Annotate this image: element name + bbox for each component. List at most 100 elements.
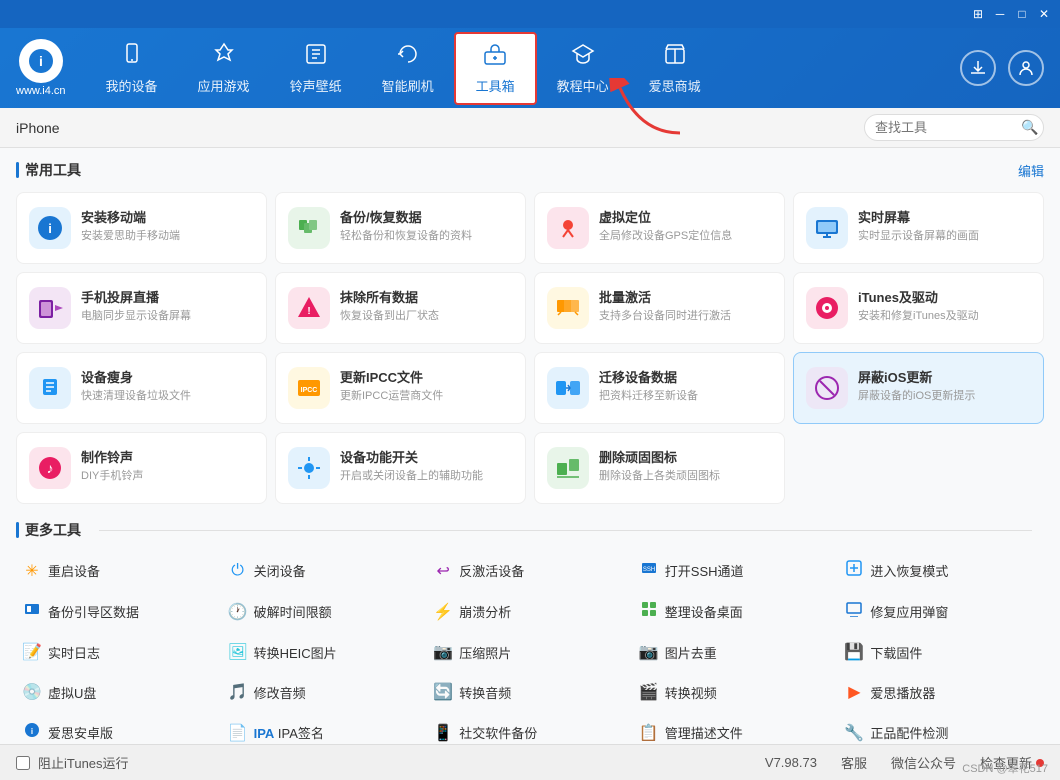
- nav-item-toolbox[interactable]: 工具箱: [454, 32, 537, 105]
- more-tool-recovery[interactable]: 进入恢复模式: [838, 552, 1044, 589]
- footer: 阻止iTunes运行 V7.98.73 客服 微信公众号 检查更新: [0, 744, 1060, 780]
- more-tool-reboot[interactable]: ✳ 重启设备: [16, 552, 222, 589]
- itunes-name: iTunes及驱动: [858, 287, 1031, 306]
- wechat-link[interactable]: 微信公众号: [891, 753, 956, 772]
- more-section-bar: [16, 522, 19, 538]
- nav-item-store[interactable]: 爱思商城: [629, 34, 721, 103]
- time-icon: 🕐: [228, 602, 248, 622]
- nav-item-ringtones[interactable]: 铃声壁纸: [270, 34, 362, 103]
- convert-audio-icon: 🔄: [433, 682, 453, 702]
- header: i www.i4.cn 我的设备 应用游戏 铃声壁纸: [0, 28, 1060, 108]
- more-tool-shutdown[interactable]: ⏻ 关闭设备: [222, 552, 428, 589]
- customer-service-link[interactable]: 客服: [841, 753, 867, 772]
- close-btn[interactable]: ✕: [1036, 6, 1052, 22]
- compress-photo-icon: 📷: [433, 642, 453, 662]
- more-tool-dedup[interactable]: 📷 图片去重: [633, 634, 839, 670]
- tool-wipe[interactable]: ! 抹除所有数据 恢复设备到出厂状态: [275, 272, 526, 344]
- recovery-icon: [844, 560, 864, 581]
- search-box[interactable]: 🔍: [864, 114, 1044, 141]
- organize-label: 整理设备桌面: [665, 602, 743, 621]
- tool-backup-restore[interactable]: 备份/恢复数据 轻松备份和恢复设备的资料: [275, 192, 526, 264]
- itunes-icon: [806, 287, 848, 329]
- tool-block-update[interactable]: 屏蔽iOS更新 屏蔽设备的iOS更新提示: [793, 352, 1044, 424]
- more-tools-header: 更多工具: [16, 520, 1044, 540]
- more-tool-android[interactable]: i 爱思安卓版: [16, 714, 222, 744]
- screen-icon: [806, 207, 848, 249]
- more-tool-repair-popup[interactable]: 修复应用弹窗: [838, 593, 1044, 630]
- batch-info: 批量激活 支持多台设备同时进行激活: [599, 287, 772, 324]
- edit-button[interactable]: 编辑: [1018, 161, 1044, 180]
- repair-popup-label: 修复应用弹窗: [870, 602, 948, 621]
- location-desc: 全局修改设备GPS定位信息: [599, 229, 772, 244]
- svg-text:!: !: [307, 306, 310, 317]
- account-btn[interactable]: [1008, 50, 1044, 86]
- ringtone-name: 制作铃声: [81, 447, 254, 466]
- section-bar: [16, 162, 19, 178]
- more-tool-deactivate[interactable]: ↩ 反激活设备: [427, 552, 633, 589]
- heic-icon: 🖼: [228, 642, 248, 662]
- more-tool-firmware[interactable]: 💾 下载固件: [838, 634, 1044, 670]
- more-tool-modify-audio[interactable]: 🎵 修改音频: [222, 674, 428, 710]
- tool-mirror[interactable]: 手机投屏直播 电脑同步显示设备屏幕: [16, 272, 267, 344]
- settings-btn[interactable]: ⊞: [970, 6, 986, 22]
- minimize-btn[interactable]: ─: [992, 6, 1008, 22]
- tool-batch-activate[interactable]: 批量激活 支持多台设备同时进行激活: [534, 272, 785, 344]
- migrate-info: 迁移设备数据 把资料迁移至新设备: [599, 367, 772, 404]
- tool-install-mobile[interactable]: i 安装移动端 安装爱思助手移动端: [16, 192, 267, 264]
- firmware-label: 下载固件: [870, 643, 922, 662]
- tool-toggle[interactable]: 设备功能开关 开启或关闭设备上的辅助功能: [275, 432, 526, 504]
- more-divider: [99, 530, 1032, 531]
- remove-icon-desc: 删除设备上各类顽固图标: [599, 469, 772, 484]
- nav-label-store: 爱思商城: [649, 76, 701, 95]
- search-input[interactable]: [875, 120, 1015, 135]
- more-tool-heic[interactable]: 🖼 转换HEIC图片: [222, 634, 428, 670]
- tool-virtual-location[interactable]: 虚拟定位 全局修改设备GPS定位信息: [534, 192, 785, 264]
- crash-icon: ⚡: [433, 602, 453, 622]
- more-tool-convert-audio[interactable]: 🔄 转换音频: [427, 674, 633, 710]
- more-tool-ssh[interactable]: SSH 打开SSH通道: [633, 552, 839, 589]
- device-icon: [120, 42, 144, 72]
- social-icon: 📱: [433, 723, 453, 743]
- player-label: 爱思播放器: [870, 683, 935, 702]
- more-tool-udisk[interactable]: 💿 虚拟U盘: [16, 674, 222, 710]
- more-tool-genuine[interactable]: 🔧 正品配件检测: [838, 714, 1044, 744]
- nav-item-tutorials[interactable]: 教程中心: [537, 34, 629, 103]
- nav-right: [960, 50, 1044, 86]
- more-tool-profile[interactable]: 📋 管理描述文件: [633, 714, 839, 744]
- itunes-checkbox[interactable]: [16, 756, 30, 770]
- compress-photo-label: 压缩照片: [459, 643, 511, 662]
- block-name: 屏蔽iOS更新: [858, 367, 1031, 386]
- nav-items: 我的设备 应用游戏 铃声壁纸 智能刷机 工具箱: [86, 32, 960, 105]
- nav-label-toolbox: 工具箱: [476, 76, 515, 95]
- nav-item-apps[interactable]: 应用游戏: [178, 34, 270, 103]
- tool-realtime-screen[interactable]: 实时屏幕 实时显示设备屏幕的画面: [793, 192, 1044, 264]
- more-tool-ipa-sign[interactable]: 📄 IPA IPA签名: [222, 714, 428, 744]
- more-tool-organize[interactable]: 整理设备桌面: [633, 593, 839, 630]
- more-tool-social-backup[interactable]: 📱 社交软件备份: [427, 714, 633, 744]
- firmware-icon: 💾: [844, 642, 864, 662]
- tool-ipcc[interactable]: IPCC 更新IPCC文件 更新IPCC运营商文件: [275, 352, 526, 424]
- slim-info: 设备瘦身 快速清理设备垃圾文件: [81, 367, 254, 404]
- download-btn[interactable]: [960, 50, 996, 86]
- screen-name: 实时屏幕: [858, 207, 1031, 226]
- nav-item-my-device[interactable]: 我的设备: [86, 34, 178, 103]
- tool-slim[interactable]: 设备瘦身 快速清理设备垃圾文件: [16, 352, 267, 424]
- tool-ringtone[interactable]: ♪ 制作铃声 DIY手机铃声: [16, 432, 267, 504]
- more-tool-log[interactable]: 📝 实时日志: [16, 634, 222, 670]
- remove-icon-name: 删除顽固图标: [599, 447, 772, 466]
- more-tool-time-limit[interactable]: 🕐 破解时间限额: [222, 593, 428, 630]
- more-tool-player[interactable]: ▶ 爱思播放器: [838, 674, 1044, 710]
- tool-migrate[interactable]: 迁移设备数据 把资料迁移至新设备: [534, 352, 785, 424]
- nav-label-ringtones: 铃声壁纸: [290, 76, 342, 95]
- more-tools-title: 更多工具: [25, 520, 81, 540]
- nav-item-smart-flash[interactable]: 智能刷机: [362, 34, 454, 103]
- more-tool-convert-video[interactable]: 🎬 转换视频: [633, 674, 839, 710]
- more-tool-backup-sector[interactable]: 备份引导区数据: [16, 593, 222, 630]
- version-text: V7.98.73: [765, 755, 817, 770]
- more-tool-compress-photo[interactable]: 📷 压缩照片: [427, 634, 633, 670]
- tool-remove-icon[interactable]: 删除顽固图标 删除设备上各类顽固图标: [534, 432, 785, 504]
- more-tool-crash[interactable]: ⚡ 崩溃分析: [427, 593, 633, 630]
- wipe-name: 抹除所有数据: [340, 287, 513, 306]
- tool-itunes[interactable]: iTunes及驱动 安装和修复iTunes及驱动: [793, 272, 1044, 344]
- maximize-btn[interactable]: □: [1014, 6, 1030, 22]
